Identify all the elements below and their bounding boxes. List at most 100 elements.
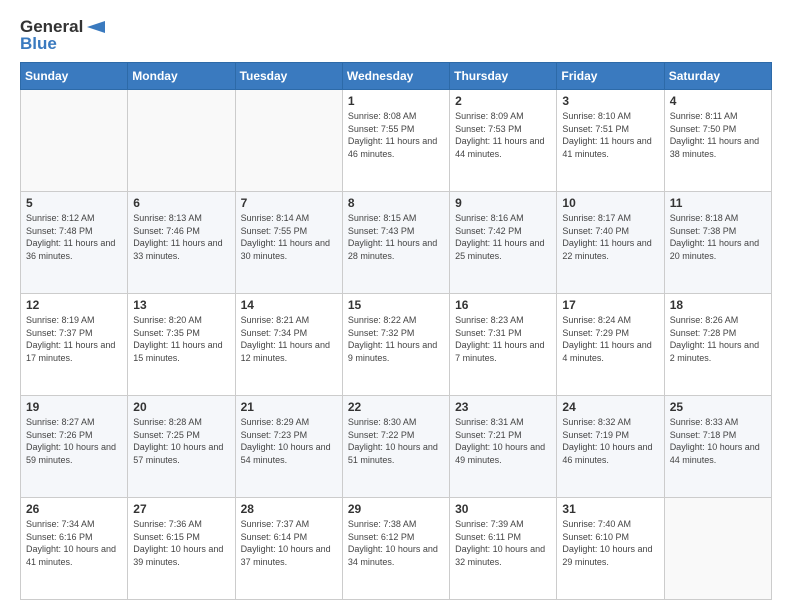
day-number: 22 bbox=[348, 400, 444, 414]
calendar-cell: 31 Sunrise: 7:40 AM Sunset: 6:10 PM Dayli… bbox=[557, 498, 664, 600]
day-header-saturday: Saturday bbox=[664, 63, 771, 90]
day-info: Sunrise: 8:18 AM Sunset: 7:38 PM Dayligh… bbox=[670, 212, 766, 262]
day-info: Sunrise: 7:39 AM Sunset: 6:11 PM Dayligh… bbox=[455, 518, 551, 568]
day-number: 18 bbox=[670, 298, 766, 312]
day-info: Sunrise: 8:12 AM Sunset: 7:48 PM Dayligh… bbox=[26, 212, 122, 262]
calendar-cell: 28 Sunrise: 7:37 AM Sunset: 6:14 PM Dayli… bbox=[235, 498, 342, 600]
calendar-cell: 26 Sunrise: 7:34 AM Sunset: 6:16 PM Dayli… bbox=[21, 498, 128, 600]
calendar-table: SundayMondayTuesdayWednesdayThursdayFrid… bbox=[20, 62, 772, 600]
calendar-cell: 20 Sunrise: 8:28 AM Sunset: 7:25 PM Dayli… bbox=[128, 396, 235, 498]
day-number: 16 bbox=[455, 298, 551, 312]
day-number: 24 bbox=[562, 400, 658, 414]
day-info: Sunrise: 7:37 AM Sunset: 6:14 PM Dayligh… bbox=[241, 518, 337, 568]
day-info: Sunrise: 7:38 AM Sunset: 6:12 PM Dayligh… bbox=[348, 518, 444, 568]
day-number: 7 bbox=[241, 196, 337, 210]
day-info: Sunrise: 8:21 AM Sunset: 7:34 PM Dayligh… bbox=[241, 314, 337, 364]
day-number: 13 bbox=[133, 298, 229, 312]
day-info: Sunrise: 8:09 AM Sunset: 7:53 PM Dayligh… bbox=[455, 110, 551, 160]
day-info: Sunrise: 8:13 AM Sunset: 7:46 PM Dayligh… bbox=[133, 212, 229, 262]
day-info: Sunrise: 8:17 AM Sunset: 7:40 PM Dayligh… bbox=[562, 212, 658, 262]
day-number: 27 bbox=[133, 502, 229, 516]
calendar-cell: 21Sunrise: 8:29 AM Sunset: 7:23 PM Dayli… bbox=[235, 396, 342, 498]
calendar-cell: 24 Sunrise: 8:32 AM Sunset: 7:19 PM Dayli… bbox=[557, 396, 664, 498]
week-row-4: 19 Sunrise: 8:27 AM Sunset: 7:26 PM Dayli… bbox=[21, 396, 772, 498]
day-info: Sunrise: 8:32 AM Sunset: 7:19 PM Dayligh… bbox=[562, 416, 658, 466]
calendar-cell: 29Sunrise: 7:38 AM Sunset: 6:12 PM Dayli… bbox=[342, 498, 449, 600]
day-info: Sunrise: 8:30 AM Sunset: 7:22 PM Dayligh… bbox=[348, 416, 444, 466]
calendar-cell: 15Sunrise: 8:22 AM Sunset: 7:32 PM Dayli… bbox=[342, 294, 449, 396]
day-number: 20 bbox=[133, 400, 229, 414]
day-number: 28 bbox=[241, 502, 337, 516]
day-info: Sunrise: 8:33 AM Sunset: 7:18 PM Dayligh… bbox=[670, 416, 766, 466]
day-info: Sunrise: 7:40 AM Sunset: 6:10 PM Dayligh… bbox=[562, 518, 658, 568]
calendar-header: SundayMondayTuesdayWednesdayThursdayFrid… bbox=[21, 63, 772, 90]
day-info: Sunrise: 8:08 AM Sunset: 7:55 PM Dayligh… bbox=[348, 110, 444, 160]
day-header-sunday: Sunday bbox=[21, 63, 128, 90]
calendar-cell: 8 Sunrise: 8:15 AM Sunset: 7:43 PM Daylig… bbox=[342, 192, 449, 294]
day-info: Sunrise: 8:29 AM Sunset: 7:23 PM Dayligh… bbox=[241, 416, 337, 466]
day-number: 5 bbox=[26, 196, 122, 210]
calendar-cell: 23Sunrise: 8:31 AM Sunset: 7:21 PM Dayli… bbox=[450, 396, 557, 498]
day-info: Sunrise: 7:36 AM Sunset: 6:15 PM Dayligh… bbox=[133, 518, 229, 568]
day-info: Sunrise: 8:10 AM Sunset: 7:51 PM Dayligh… bbox=[562, 110, 658, 160]
calendar-cell: 3Sunrise: 8:10 AM Sunset: 7:51 PM Daylig… bbox=[557, 90, 664, 192]
day-info: Sunrise: 8:16 AM Sunset: 7:42 PM Dayligh… bbox=[455, 212, 551, 262]
day-number: 11 bbox=[670, 196, 766, 210]
day-number: 2 bbox=[455, 94, 551, 108]
day-info: Sunrise: 8:14 AM Sunset: 7:55 PM Dayligh… bbox=[241, 212, 337, 262]
day-number: 14 bbox=[241, 298, 337, 312]
day-header-friday: Friday bbox=[557, 63, 664, 90]
day-header-monday: Monday bbox=[128, 63, 235, 90]
day-info: Sunrise: 8:15 AM Sunset: 7:43 PM Dayligh… bbox=[348, 212, 444, 262]
calendar-cell: 2 Sunrise: 8:09 AM Sunset: 7:53 PM Daylig… bbox=[450, 90, 557, 192]
calendar-cell: 16Sunrise: 8:23 AM Sunset: 7:31 PM Dayli… bbox=[450, 294, 557, 396]
day-number: 19 bbox=[26, 400, 122, 414]
day-info: Sunrise: 8:24 AM Sunset: 7:29 PM Dayligh… bbox=[562, 314, 658, 364]
day-header-wednesday: Wednesday bbox=[342, 63, 449, 90]
calendar-cell bbox=[128, 90, 235, 192]
day-info: Sunrise: 8:26 AM Sunset: 7:28 PM Dayligh… bbox=[670, 314, 766, 364]
day-number: 12 bbox=[26, 298, 122, 312]
calendar-cell: 25 Sunrise: 8:33 AM Sunset: 7:18 PM Dayli… bbox=[664, 396, 771, 498]
day-number: 17 bbox=[562, 298, 658, 312]
logo-bird-icon bbox=[85, 19, 105, 35]
calendar-cell: 30 Sunrise: 7:39 AM Sunset: 6:11 PM Dayli… bbox=[450, 498, 557, 600]
calendar-cell: 6 Sunrise: 8:13 AM Sunset: 7:46 PM Daylig… bbox=[128, 192, 235, 294]
day-info: Sunrise: 7:34 AM Sunset: 6:16 PM Dayligh… bbox=[26, 518, 122, 568]
day-header-thursday: Thursday bbox=[450, 63, 557, 90]
days-of-week-row: SundayMondayTuesdayWednesdayThursdayFrid… bbox=[21, 63, 772, 90]
logo: General Blue bbox=[20, 18, 105, 52]
day-header-tuesday: Tuesday bbox=[235, 63, 342, 90]
calendar-cell: 13Sunrise: 8:20 AM Sunset: 7:35 PM Dayli… bbox=[128, 294, 235, 396]
calendar-cell: 18 Sunrise: 8:26 AM Sunset: 7:28 PM Dayli… bbox=[664, 294, 771, 396]
calendar-cell: 5 Sunrise: 8:12 AM Sunset: 7:48 PM Daylig… bbox=[21, 192, 128, 294]
calendar-body: 1 Sunrise: 8:08 AM Sunset: 7:55 PM Daylig… bbox=[21, 90, 772, 600]
calendar-cell bbox=[664, 498, 771, 600]
day-number: 9 bbox=[455, 196, 551, 210]
calendar-cell: 27 Sunrise: 7:36 AM Sunset: 6:15 PM Dayli… bbox=[128, 498, 235, 600]
day-number: 26 bbox=[26, 502, 122, 516]
day-info: Sunrise: 8:11 AM Sunset: 7:50 PM Dayligh… bbox=[670, 110, 766, 160]
week-row-5: 26 Sunrise: 7:34 AM Sunset: 6:16 PM Dayli… bbox=[21, 498, 772, 600]
calendar-cell: 12 Sunrise: 8:19 AM Sunset: 7:37 PM Dayli… bbox=[21, 294, 128, 396]
day-number: 6 bbox=[133, 196, 229, 210]
calendar-cell: 22 Sunrise: 8:30 AM Sunset: 7:22 PM Dayli… bbox=[342, 396, 449, 498]
day-number: 30 bbox=[455, 502, 551, 516]
day-info: Sunrise: 8:19 AM Sunset: 7:37 PM Dayligh… bbox=[26, 314, 122, 364]
calendar-cell: 10Sunrise: 8:17 AM Sunset: 7:40 PM Dayli… bbox=[557, 192, 664, 294]
day-number: 8 bbox=[348, 196, 444, 210]
page: General Blue SundayMondayTuesdayWednesda… bbox=[0, 0, 792, 612]
calendar-cell: 14 Sunrise: 8:21 AM Sunset: 7:34 PM Dayli… bbox=[235, 294, 342, 396]
calendar-cell: 7 Sunrise: 8:14 AM Sunset: 7:55 PM Daylig… bbox=[235, 192, 342, 294]
calendar-cell: 1 Sunrise: 8:08 AM Sunset: 7:55 PM Daylig… bbox=[342, 90, 449, 192]
day-info: Sunrise: 8:27 AM Sunset: 7:26 PM Dayligh… bbox=[26, 416, 122, 466]
week-row-1: 1 Sunrise: 8:08 AM Sunset: 7:55 PM Daylig… bbox=[21, 90, 772, 192]
calendar-cell: 4 Sunrise: 8:11 AM Sunset: 7:50 PM Daylig… bbox=[664, 90, 771, 192]
day-info: Sunrise: 8:31 AM Sunset: 7:21 PM Dayligh… bbox=[455, 416, 551, 466]
day-number: 31 bbox=[562, 502, 658, 516]
day-number: 25 bbox=[670, 400, 766, 414]
day-number: 4 bbox=[670, 94, 766, 108]
week-row-2: 5 Sunrise: 8:12 AM Sunset: 7:48 PM Daylig… bbox=[21, 192, 772, 294]
day-info: Sunrise: 8:28 AM Sunset: 7:25 PM Dayligh… bbox=[133, 416, 229, 466]
day-number: 1 bbox=[348, 94, 444, 108]
